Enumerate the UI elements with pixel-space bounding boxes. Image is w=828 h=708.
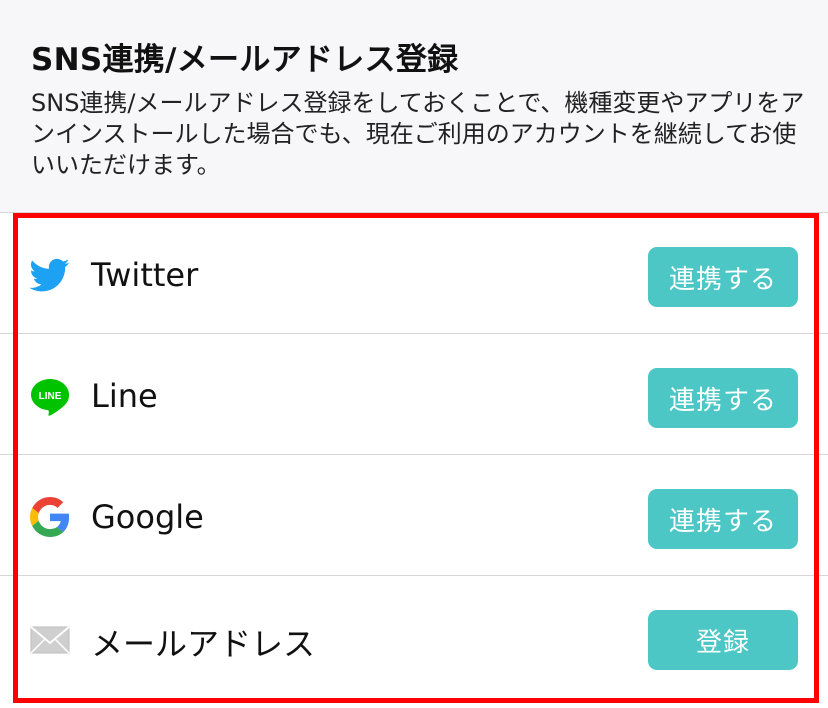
link-google-button[interactable]: 連携する [648,489,798,549]
list-item-twitter: Twitter 連携する [0,213,828,334]
account-label-google: Google [91,498,204,536]
link-twitter-button[interactable]: 連携する [648,247,798,307]
account-link-list: Twitter 連携する LINE Line 連携する Google 連携する [0,212,828,708]
line-icon: LINE [30,376,70,416]
account-label-twitter: Twitter [91,256,199,294]
list-item-google: Google 連携する [0,455,828,576]
link-line-button[interactable]: 連携する [648,368,798,428]
list-item-email: メールアドレス 登録 [0,576,828,697]
page-description: SNS連携/メールアドレス登録をしておくことで、機種変更やアプリをアンインストー… [31,89,805,179]
account-label-line: Line [91,377,158,415]
svg-text:LINE: LINE [39,391,62,402]
register-email-button[interactable]: 登録 [648,610,798,670]
header-section: SNS連携/メールアドレス登録 SNS連携/メールアドレス登録をしておくことで、… [0,0,828,212]
page-title: SNS連携/メールアドレス登録 [31,42,459,78]
list-item-line: LINE Line 連携する [0,334,828,455]
mail-icon [30,626,70,666]
twitter-icon [29,255,70,295]
google-icon [30,497,70,537]
account-label-email: メールアドレス [91,625,316,663]
